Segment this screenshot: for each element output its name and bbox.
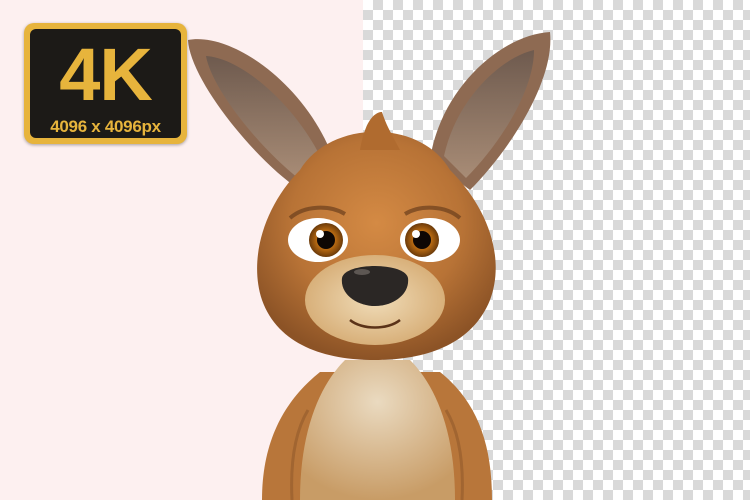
badge-4k-label: 4K [59,33,153,116]
badge-inner-panel: 4K 4096 x 4096px [30,29,181,138]
product-preview: 4K 4096 x 4096px [0,0,750,500]
resolution-badge: 4K 4096 x 4096px [24,23,187,144]
badge-dimensions-label: 4096 x 4096px [50,117,161,136]
